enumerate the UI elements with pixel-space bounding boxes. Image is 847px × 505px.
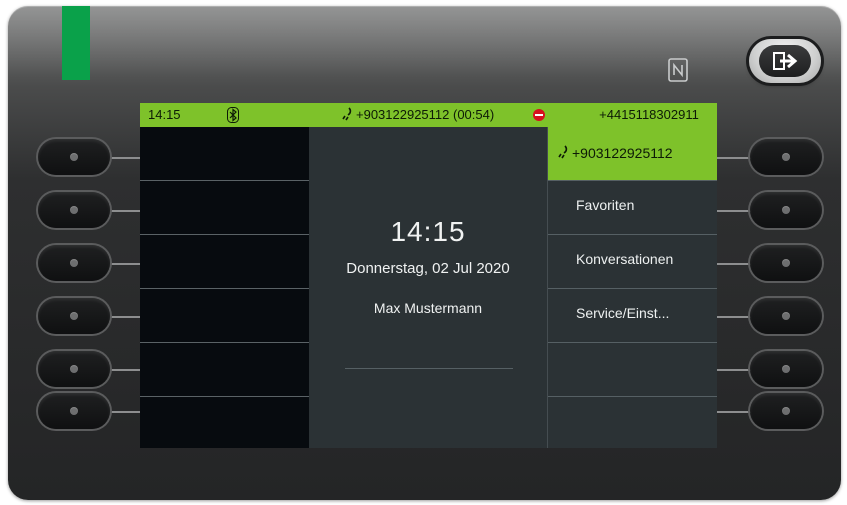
menu-item-favoriten[interactable]: Favoriten: [548, 181, 717, 235]
right-key-connector: [717, 210, 752, 212]
left-key-connector: [110, 210, 140, 212]
right-key-1[interactable]: [750, 139, 822, 175]
menu-item-active-call[interactable]: +903122925112: [548, 127, 717, 181]
menu-item-label: +903122925112: [572, 145, 673, 161]
status-time: 14:15: [148, 107, 181, 122]
left-key-slot[interactable]: [140, 343, 309, 397]
menu-item-label: Konversationen: [576, 251, 674, 267]
exit-icon: [773, 52, 798, 70]
left-key-slot[interactable]: [140, 289, 309, 343]
left-key-2[interactable]: [38, 192, 110, 228]
housing-sheen: [8, 6, 841, 86]
left-key-5[interactable]: [38, 351, 110, 387]
right-key-connector: [717, 316, 752, 318]
menu-item-konversationen[interactable]: Konversationen: [548, 235, 717, 289]
active-call-indicator: +903122925112 (00:54): [340, 103, 494, 127]
main-menu: +903122925112 Favoriten Konversationen S…: [547, 127, 717, 448]
left-key-slot[interactable]: [140, 235, 309, 289]
left-key-slot[interactable]: [140, 127, 309, 181]
own-number: +4415118302911: [599, 107, 699, 122]
right-key-2[interactable]: [750, 192, 822, 228]
left-key-connector: [110, 411, 140, 413]
left-key-connector: [110, 263, 140, 265]
idle-date: Donnerstag, 02 Jul 2020: [346, 260, 510, 277]
call-icon: [342, 107, 352, 121]
nfc-icon: [668, 58, 688, 82]
user-name: Max Mustermann: [373, 300, 483, 316]
left-key-slot[interactable]: [140, 181, 309, 235]
left-key-3[interactable]: [38, 245, 110, 281]
menu-item-label: Service/Einst...: [576, 305, 670, 321]
right-key-6[interactable]: [750, 393, 822, 429]
left-key-connector: [110, 157, 140, 159]
bluetooth-icon: [227, 107, 239, 123]
right-key-3[interactable]: [750, 245, 822, 281]
left-key-panel: [140, 127, 309, 448]
divider: [345, 368, 513, 369]
menu-item-empty[interactable]: [548, 343, 717, 397]
right-key-connector: [717, 411, 752, 413]
display: 14:15 +903122925112 (00:54) +44151183029…: [140, 103, 717, 448]
right-key-5[interactable]: [750, 351, 822, 387]
right-key-connector: [717, 369, 752, 371]
right-key-4[interactable]: [750, 298, 822, 334]
active-call-number: +903122925112 (00:54): [356, 107, 495, 122]
menu-item-label: Favoriten: [576, 197, 635, 213]
call-icon: [558, 145, 568, 159]
do-not-disturb-icon: [533, 109, 545, 121]
left-key-connector: [110, 369, 140, 371]
left-key-connector: [110, 316, 140, 318]
left-key-4[interactable]: [38, 298, 110, 334]
exit-button[interactable]: [749, 39, 821, 83]
left-key-slot[interactable]: [140, 397, 309, 448]
right-key-connector: [717, 263, 752, 265]
menu-item-service[interactable]: Service/Einst...: [548, 289, 717, 343]
left-key-1[interactable]: [38, 139, 110, 175]
menu-item-empty[interactable]: [548, 397, 717, 448]
status-bar: 14:15 +903122925112 (00:54) +44151183029…: [140, 103, 717, 127]
message-led: [62, 6, 90, 80]
right-key-connector: [717, 157, 752, 159]
left-key-6[interactable]: [38, 393, 110, 429]
idle-screen: 14:15 Donnerstag, 02 Jul 2020 Max Muster…: [309, 127, 547, 448]
idle-clock: 14:15: [390, 216, 466, 247]
